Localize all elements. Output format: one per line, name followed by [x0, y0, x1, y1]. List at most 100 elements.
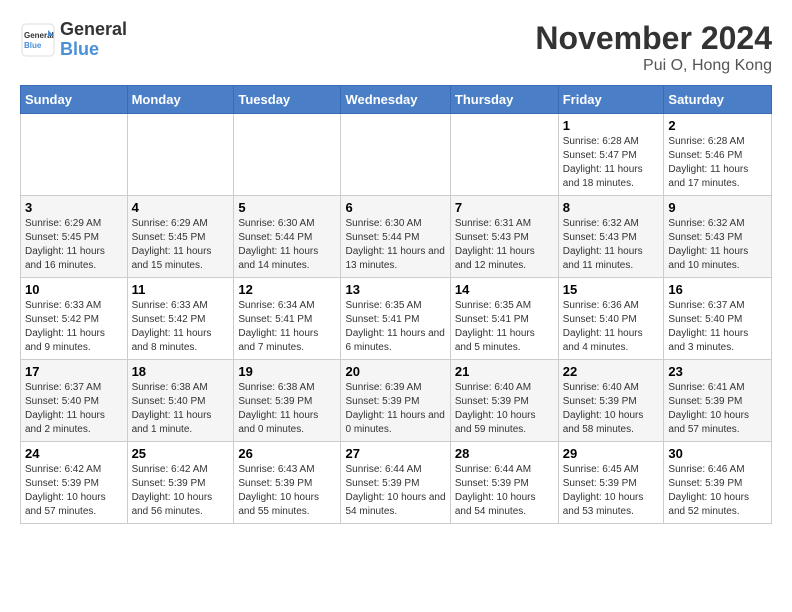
day-number: 11: [132, 282, 230, 297]
day-info: Sunrise: 6:37 AM Sunset: 5:40 PM Dayligh…: [25, 381, 123, 437]
day-info: Sunrise: 6:29 AM Sunset: 5:45 PM Dayligh…: [25, 217, 123, 273]
day-number: 23: [668, 364, 767, 379]
title-block: November 2024 Pui O, Hong Kong: [535, 20, 772, 75]
day-number: 7: [455, 200, 554, 215]
day-info: Sunrise: 6:37 AM Sunset: 5:40 PM Dayligh…: [668, 299, 767, 355]
day-cell: 7Sunrise: 6:31 AM Sunset: 5:43 PM Daylig…: [450, 196, 558, 278]
day-number: 30: [668, 446, 767, 461]
day-info: Sunrise: 6:29 AM Sunset: 5:45 PM Dayligh…: [132, 217, 230, 273]
header-cell-monday: Monday: [127, 86, 234, 114]
day-number: 24: [25, 446, 123, 461]
day-cell: 2 Sunrise: 6:28 AM Sunset: 5:46 PM Daylig…: [664, 114, 772, 196]
day-number: 17: [25, 364, 123, 379]
day-info: Sunrise: 6:44 AM Sunset: 5:39 PM Dayligh…: [345, 463, 445, 519]
day-cell: 14 Sunrise: 6:35 AM Sunset: 5:41 PM Dayli…: [450, 278, 558, 360]
day-info: Sunrise: 6:35 AM Sunset: 5:41 PM Dayligh…: [345, 299, 445, 355]
day-info: Sunrise: 6:40 AM Sunset: 5:39 PM Dayligh…: [455, 381, 554, 437]
day-number: 27: [345, 446, 445, 461]
day-cell: 21 Sunrise: 6:40 AM Sunset: 5:39 PM Dayli…: [450, 360, 558, 442]
day-info: Sunrise: 6:34 AM Sunset: 5:41 PM Dayligh…: [238, 299, 336, 355]
day-number: 10: [25, 282, 123, 297]
day-number: 9: [668, 200, 767, 215]
day-number: 15: [563, 282, 660, 297]
day-info: Sunrise: 6:30 AM Sunset: 5:44 PM Dayligh…: [345, 217, 445, 273]
day-cell: 4 Sunrise: 6:29 AM Sunset: 5:45 PM Daylig…: [127, 196, 234, 278]
day-number: 6: [345, 200, 445, 215]
day-cell: 18Sunrise: 6:38 AM Sunset: 5:40 PM Dayli…: [127, 360, 234, 442]
day-cell: [234, 114, 341, 196]
day-cell: 3 Sunrise: 6:29 AM Sunset: 5:45 PM Daylig…: [21, 196, 128, 278]
day-number: 25: [132, 446, 230, 461]
day-number: 8: [563, 200, 660, 215]
day-cell: [341, 114, 450, 196]
day-info: Sunrise: 6:28 AM Sunset: 5:46 PM Dayligh…: [668, 135, 767, 191]
day-cell: 11 Sunrise: 6:33 AM Sunset: 5:42 PM Dayli…: [127, 278, 234, 360]
header-cell-thursday: Thursday: [450, 86, 558, 114]
calendar-body: 1Sunrise: 6:28 AM Sunset: 5:47 PM Daylig…: [21, 114, 772, 524]
day-cell: 28Sunrise: 6:44 AM Sunset: 5:39 PM Dayli…: [450, 442, 558, 524]
day-number: 2: [668, 118, 767, 133]
day-cell: [21, 114, 128, 196]
day-number: 12: [238, 282, 336, 297]
day-number: 4: [132, 200, 230, 215]
day-cell: 19 Sunrise: 6:38 AM Sunset: 5:39 PM Dayli…: [234, 360, 341, 442]
day-info: Sunrise: 6:36 AM Sunset: 5:40 PM Dayligh…: [563, 299, 660, 355]
day-info: Sunrise: 6:46 AM Sunset: 5:39 PM Dayligh…: [668, 463, 767, 519]
day-number: 5: [238, 200, 336, 215]
svg-text:Blue: Blue: [24, 41, 42, 50]
day-cell: 26Sunrise: 6:43 AM Sunset: 5:39 PM Dayli…: [234, 442, 341, 524]
day-number: 14: [455, 282, 554, 297]
logo: General Blue General Blue: [20, 20, 127, 60]
day-cell: 30 Sunrise: 6:46 AM Sunset: 5:39 PM Dayli…: [664, 442, 772, 524]
day-number: 3: [25, 200, 123, 215]
day-info: Sunrise: 6:38 AM Sunset: 5:39 PM Dayligh…: [238, 381, 336, 437]
day-cell: 5 Sunrise: 6:30 AM Sunset: 5:44 PM Daylig…: [234, 196, 341, 278]
day-cell: 16 Sunrise: 6:37 AM Sunset: 5:40 PM Dayli…: [664, 278, 772, 360]
day-number: 29: [563, 446, 660, 461]
week-row-1: 1Sunrise: 6:28 AM Sunset: 5:47 PM Daylig…: [21, 114, 772, 196]
day-cell: 9 Sunrise: 6:32 AM Sunset: 5:43 PM Daylig…: [664, 196, 772, 278]
month-title: November 2024: [535, 20, 772, 57]
header-cell-tuesday: Tuesday: [234, 86, 341, 114]
logo-text: General Blue: [60, 20, 127, 60]
week-row-3: 10 Sunrise: 6:33 AM Sunset: 5:42 PM Dayli…: [21, 278, 772, 360]
day-cell: [127, 114, 234, 196]
day-cell: 20Sunrise: 6:39 AM Sunset: 5:39 PM Dayli…: [341, 360, 450, 442]
day-info: Sunrise: 6:33 AM Sunset: 5:42 PM Dayligh…: [25, 299, 123, 355]
day-info: Sunrise: 6:42 AM Sunset: 5:39 PM Dayligh…: [25, 463, 123, 519]
day-info: Sunrise: 6:45 AM Sunset: 5:39 PM Dayligh…: [563, 463, 660, 519]
calendar-table: SundayMondayTuesdayWednesdayThursdayFrid…: [20, 85, 772, 524]
location: Pui O, Hong Kong: [535, 57, 772, 75]
header-cell-saturday: Saturday: [664, 86, 772, 114]
day-number: 19: [238, 364, 336, 379]
day-number: 13: [345, 282, 445, 297]
day-cell: 15 Sunrise: 6:36 AM Sunset: 5:40 PM Dayli…: [558, 278, 664, 360]
day-cell: 24 Sunrise: 6:42 AM Sunset: 5:39 PM Dayli…: [21, 442, 128, 524]
day-number: 16: [668, 282, 767, 297]
week-row-4: 17 Sunrise: 6:37 AM Sunset: 5:40 PM Dayli…: [21, 360, 772, 442]
day-cell: 27 Sunrise: 6:44 AM Sunset: 5:39 PM Dayli…: [341, 442, 450, 524]
day-number: 21: [455, 364, 554, 379]
day-info: Sunrise: 6:40 AM Sunset: 5:39 PM Dayligh…: [563, 381, 660, 437]
day-cell: 17 Sunrise: 6:37 AM Sunset: 5:40 PM Dayli…: [21, 360, 128, 442]
header-cell-wednesday: Wednesday: [341, 86, 450, 114]
day-info: Sunrise: 6:42 AM Sunset: 5:39 PM Dayligh…: [132, 463, 230, 519]
day-info: Sunrise: 6:41 AM Sunset: 5:39 PM Dayligh…: [668, 381, 767, 437]
day-cell: 13 Sunrise: 6:35 AM Sunset: 5:41 PM Dayli…: [341, 278, 450, 360]
day-number: 20: [345, 364, 445, 379]
day-info: Sunrise: 6:32 AM Sunset: 5:43 PM Dayligh…: [668, 217, 767, 273]
header-cell-friday: Friday: [558, 86, 664, 114]
header-cell-sunday: Sunday: [21, 86, 128, 114]
day-cell: 25 Sunrise: 6:42 AM Sunset: 5:39 PM Dayli…: [127, 442, 234, 524]
day-info: Sunrise: 6:30 AM Sunset: 5:44 PM Dayligh…: [238, 217, 336, 273]
day-number: 1: [563, 118, 660, 133]
calendar-header: SundayMondayTuesdayWednesdayThursdayFrid…: [21, 86, 772, 114]
page-header: General Blue General Blue November 2024 …: [20, 20, 772, 75]
day-info: Sunrise: 6:35 AM Sunset: 5:41 PM Dayligh…: [455, 299, 554, 355]
day-cell: 1Sunrise: 6:28 AM Sunset: 5:47 PM Daylig…: [558, 114, 664, 196]
day-info: Sunrise: 6:33 AM Sunset: 5:42 PM Dayligh…: [132, 299, 230, 355]
logo-icon: General Blue: [20, 22, 56, 58]
day-cell: 29 Sunrise: 6:45 AM Sunset: 5:39 PM Dayli…: [558, 442, 664, 524]
day-cell: 23 Sunrise: 6:41 AM Sunset: 5:39 PM Dayli…: [664, 360, 772, 442]
day-cell: [450, 114, 558, 196]
